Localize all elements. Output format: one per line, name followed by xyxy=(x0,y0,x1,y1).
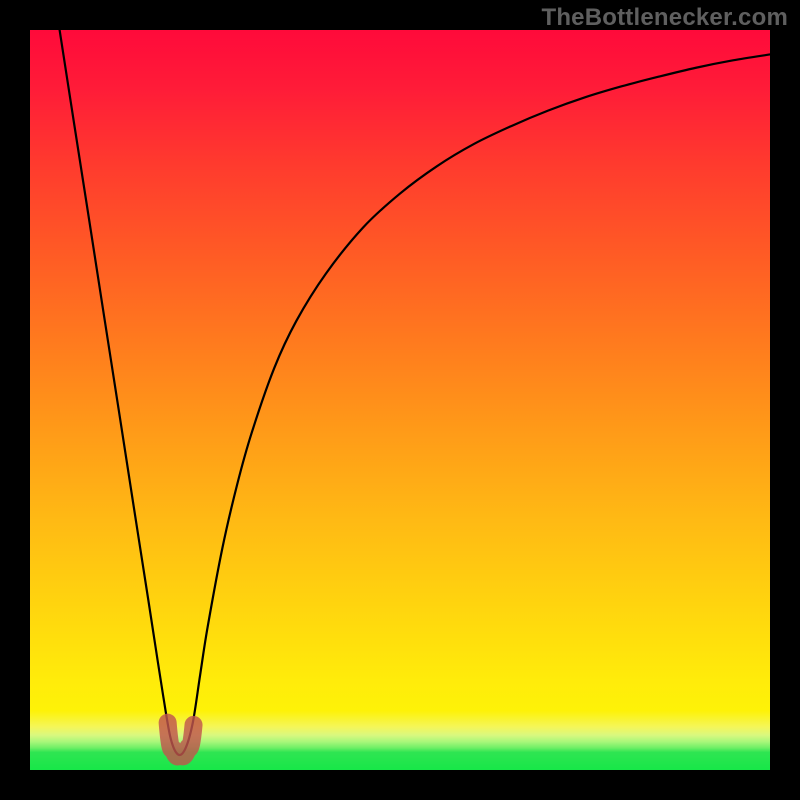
valley-marker xyxy=(168,723,194,757)
bottleneck-curve xyxy=(60,30,770,755)
chart-stage: TheBottlenecker.com xyxy=(0,0,800,800)
watermark-text: TheBottlenecker.com xyxy=(541,4,788,32)
plot-area xyxy=(30,30,770,770)
curve-svg xyxy=(30,30,770,770)
